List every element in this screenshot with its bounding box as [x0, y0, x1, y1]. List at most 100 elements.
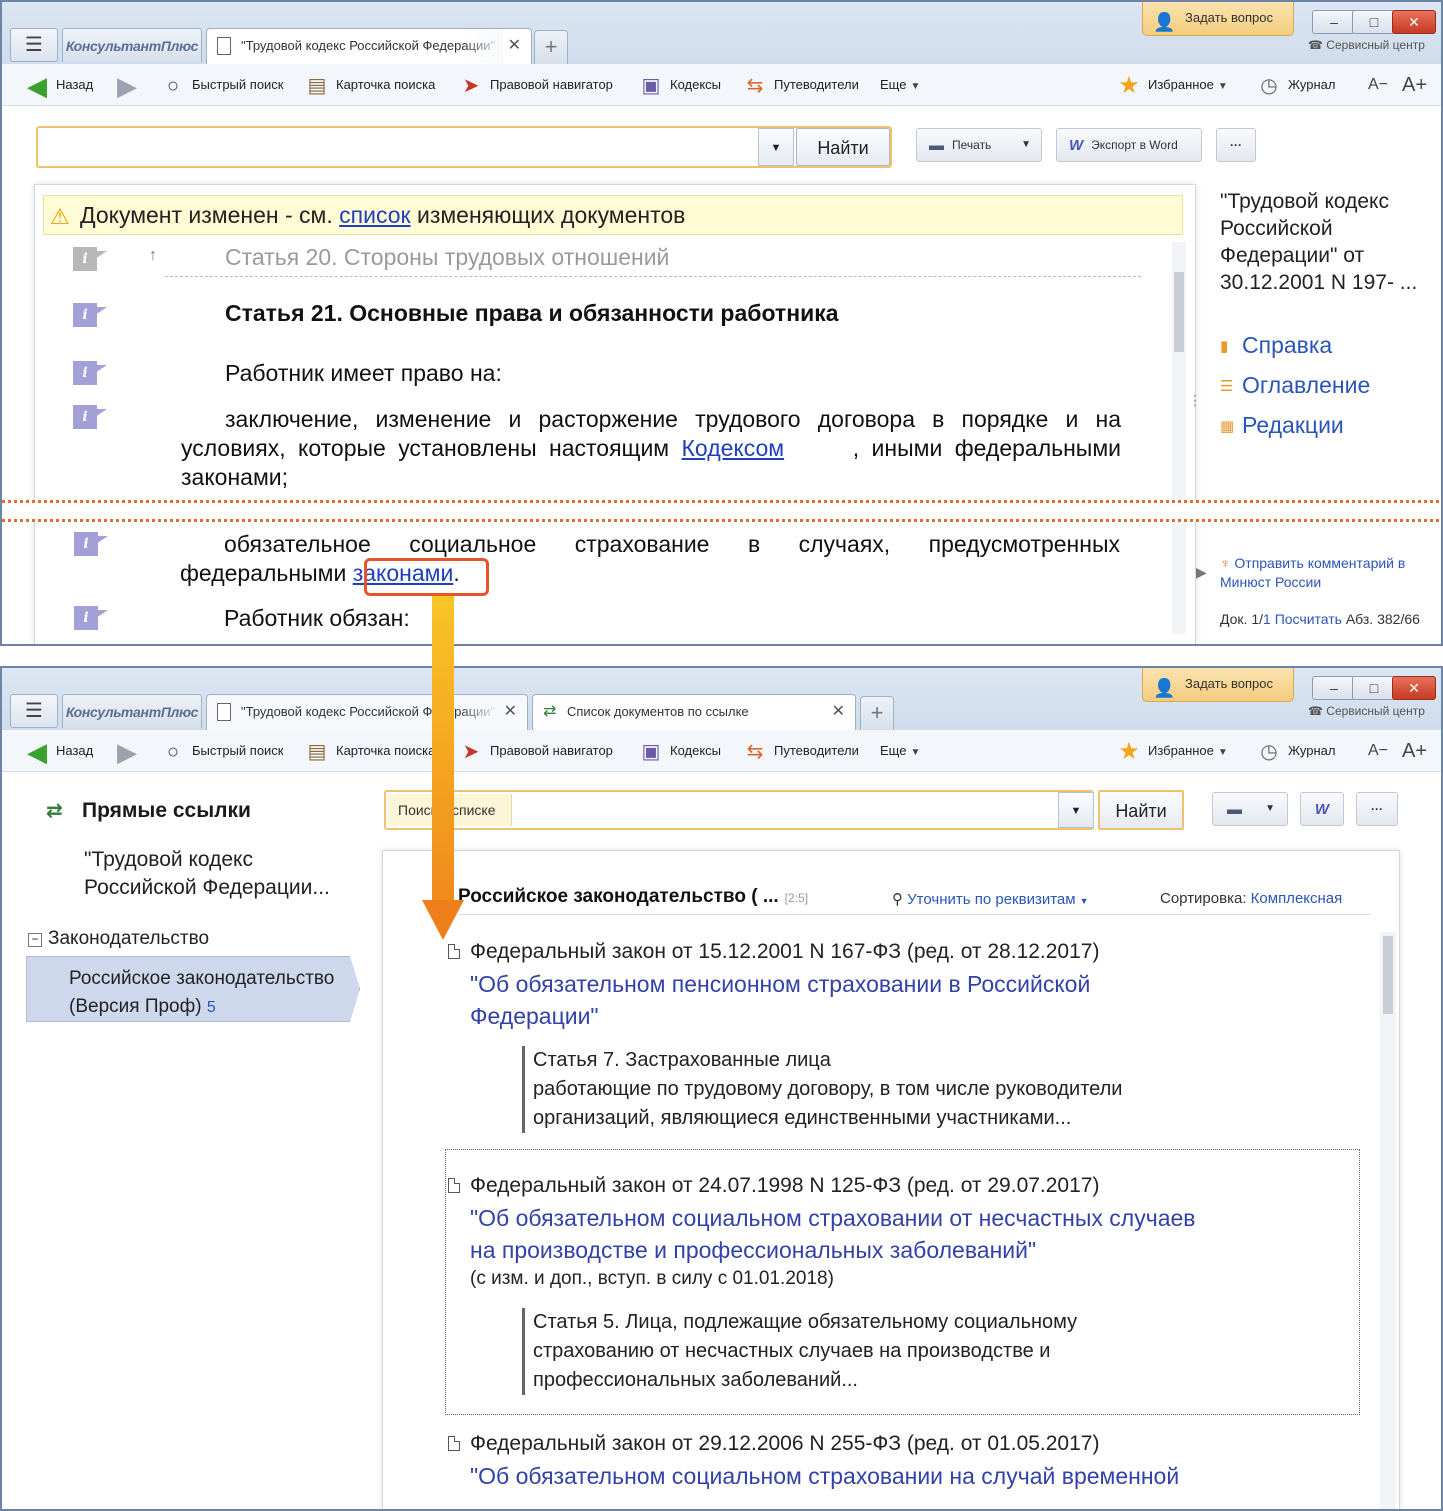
- collapse-panel-icon[interactable]: ▶: [1196, 564, 1207, 581]
- consultant-logo-tab[interactable]: КонсультантПлюс: [62, 694, 202, 728]
- paragraph: обязательное социальное страхование в сл…: [180, 530, 1120, 588]
- result-scrollbar[interactable]: [1380, 932, 1396, 1509]
- list-search-input[interactable]: [518, 796, 1048, 824]
- codes-button[interactable]: ▣ Кодексы: [638, 64, 721, 106]
- document-scrollbar[interactable]: [1172, 242, 1186, 634]
- refine-by-details-link[interactable]: ⚲ Уточнить по реквизитам ▼: [892, 890, 1089, 908]
- font-decrease-button[interactable]: A−: [1368, 64, 1388, 106]
- tab-labor-code[interactable]: "Трудовой кодекс Российской Федерации" ✕: [206, 694, 528, 730]
- forward-button[interactable]: ▶: [114, 730, 146, 772]
- favorites-button[interactable]: ★ Избранное ▼: [1116, 64, 1228, 106]
- russian-legislation-item[interactable]: Российское законодательство (Версия Проф…: [26, 956, 360, 1022]
- document-icon: [217, 703, 231, 721]
- tab-link-list[interactable]: ⇄ Список документов по ссылке ✕: [532, 694, 856, 730]
- source-document-title[interactable]: "Трудовой кодекс Российской Федерации...: [84, 846, 364, 902]
- editions-link[interactable]: ▦ Редакции: [1220, 412, 1344, 439]
- font-increase-button[interactable]: A+: [1402, 730, 1427, 772]
- forward-button[interactable]: ▶: [114, 64, 146, 106]
- info-marker-icon[interactable]: i: [74, 606, 108, 630]
- ask-question-button[interactable]: 👤 Задать вопрос: [1142, 2, 1294, 36]
- print-button[interactable]: ▬ Печать ▼: [916, 128, 1042, 162]
- info-marker-icon[interactable]: i: [73, 361, 107, 385]
- close-tab-icon[interactable]: ✕: [832, 695, 845, 729]
- guides-button[interactable]: ⇆ Путеводители: [742, 64, 859, 106]
- consultant-logo-tab[interactable]: КонсультантПлюс: [62, 28, 202, 62]
- quick-search-button[interactable]: ○ Быстрый поиск: [160, 64, 284, 106]
- export-word-button[interactable]: W: [1300, 792, 1344, 826]
- help-link[interactable]: ▮ Справка: [1220, 332, 1332, 359]
- legal-navigator-button[interactable]: ➤ Правовой навигатор: [458, 730, 613, 772]
- feedback-link[interactable]: ♆ Отправить комментарий в Минюст России: [1220, 554, 1436, 592]
- main-menu-button[interactable]: ☰: [10, 694, 58, 728]
- direct-links-heading: ⇄ Прямые ссылки: [46, 799, 251, 822]
- up-arrow-icon[interactable]: ↑: [149, 247, 157, 265]
- tab-labor-code[interactable]: "Трудовой кодекс Российской Федерации" ✕: [206, 28, 532, 64]
- ask-question-button[interactable]: 👤 Задать вопрос: [1142, 668, 1294, 702]
- legislation-group[interactable]: − Законодательство: [28, 928, 209, 950]
- more-actions-button[interactable]: ···: [1216, 128, 1256, 162]
- sort-control[interactable]: Сортировка: Комплексная: [1160, 890, 1342, 907]
- guides-button[interactable]: ⇆ Путеводители: [742, 730, 859, 772]
- tab-label: "Трудовой кодекс Российской Федерации": [241, 704, 496, 719]
- info-marker-icon[interactable]: i: [74, 532, 108, 556]
- result-group-title: Российское законодательство ( ... [2:5]: [458, 886, 809, 907]
- find-button[interactable]: Найти: [796, 128, 890, 166]
- doc-total-link[interactable]: 1: [1263, 611, 1271, 627]
- user-question-icon: 👤: [1153, 678, 1176, 698]
- panel-resize-handle[interactable]: ⋮: [1188, 392, 1202, 409]
- font-increase-button[interactable]: A+: [1402, 64, 1427, 106]
- code-link[interactable]: Кодексом: [682, 435, 785, 461]
- new-tab-button[interactable]: +: [534, 30, 568, 64]
- main-menu-button[interactable]: ☰: [10, 28, 58, 62]
- maximize-button[interactable]: □: [1352, 676, 1396, 700]
- chevron-down-icon: ▼: [1217, 81, 1228, 92]
- export-word-button[interactable]: W Экспорт в Word: [1056, 128, 1202, 162]
- result-snippet[interactable]: Статья 5. Лица, подлежащие обязательному…: [522, 1308, 1077, 1395]
- header-divider: [458, 914, 1370, 915]
- more-menu[interactable]: Еще ▼: [880, 730, 920, 772]
- legal-navigator-button[interactable]: ➤ Правовой навигатор: [458, 64, 613, 106]
- main-toolbar: ◀ Назад ▶ ○ Быстрый поиск ▤ Карточка поиска…: [2, 64, 1441, 106]
- collapse-icon[interactable]: −: [28, 933, 42, 947]
- font-decrease-button[interactable]: A−: [1368, 730, 1388, 772]
- list-find-button[interactable]: Найти: [1098, 790, 1184, 830]
- service-center-link[interactable]: ☎ Сервисный центр: [1308, 38, 1425, 52]
- quick-search-button[interactable]: ○ Быстрый поиск: [160, 730, 284, 772]
- journal-button[interactable]: ◷ Журнал: [1256, 64, 1335, 106]
- print-button[interactable]: ▬ ▼: [1212, 792, 1288, 826]
- result-snippet[interactable]: Статья 7. Застрахованные лица работающие …: [522, 1046, 1122, 1133]
- word-icon: W: [1069, 136, 1084, 154]
- result-title-link[interactable]: "Об обязательном социальном страховании …: [470, 1202, 1196, 1266]
- count-link[interactable]: Посчитать: [1275, 611, 1342, 627]
- list-search-dropdown[interactable]: ▼: [1058, 792, 1094, 828]
- close-tab-icon[interactable]: ✕: [504, 695, 517, 729]
- search-card-button[interactable]: ▤ Карточка поиска: [304, 64, 436, 106]
- search-card-button[interactable]: ▤ Карточка поиска: [304, 730, 436, 772]
- more-menu[interactable]: Еще ▼: [880, 64, 920, 106]
- search-input[interactable]: [42, 132, 752, 162]
- close-tab-icon[interactable]: ✕: [508, 29, 521, 63]
- close-window-button[interactable]: ✕: [1392, 10, 1436, 34]
- back-button[interactable]: ◀ Назад: [24, 64, 93, 106]
- info-marker-icon[interactable]: i: [73, 303, 107, 327]
- back-button[interactable]: ◀ Назад: [24, 730, 93, 772]
- tab-label: "Трудовой кодекс Российской Федерации": [241, 38, 496, 53]
- result-title-link[interactable]: "Об обязательном пенсионном страховании …: [470, 968, 1090, 1032]
- result-title-link[interactable]: "Об обязательном социальном страховании …: [470, 1460, 1179, 1492]
- service-center-link[interactable]: ☎ Сервисный центр: [1308, 704, 1425, 718]
- search-history-dropdown[interactable]: ▼: [758, 128, 794, 166]
- favorites-button[interactable]: ★ Избранное ▼: [1116, 730, 1228, 772]
- minimize-button[interactable]: –: [1312, 10, 1356, 34]
- sort-value[interactable]: Комплексная: [1251, 890, 1343, 907]
- change-list-link[interactable]: список: [339, 202, 410, 228]
- codes-button[interactable]: ▣ Кодексы: [638, 730, 721, 772]
- journal-button[interactable]: ◷ Журнал: [1256, 730, 1335, 772]
- maximize-button[interactable]: □: [1352, 10, 1396, 34]
- new-tab-button[interactable]: +: [860, 696, 894, 730]
- minimize-button[interactable]: –: [1312, 676, 1356, 700]
- more-actions-button[interactable]: ···: [1356, 792, 1398, 826]
- contents-link[interactable]: ☰ Оглавление: [1220, 372, 1370, 399]
- info-marker-icon[interactable]: i: [73, 405, 107, 429]
- info-marker-icon[interactable]: i: [73, 247, 107, 271]
- close-window-button[interactable]: ✕: [1392, 676, 1436, 700]
